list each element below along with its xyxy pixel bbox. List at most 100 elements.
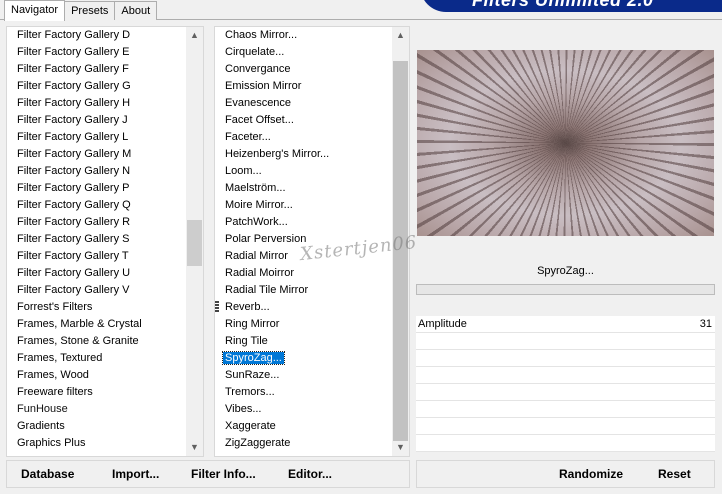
filter-item-label: Heizenberg's Mirror... — [225, 148, 330, 160]
filter-item[interactable]: Radial Tile Mirror — [215, 282, 392, 299]
category-item[interactable]: Filter Factory Gallery M — [7, 146, 186, 163]
filter-item-label: Emission Mirror — [225, 80, 302, 92]
filter-item[interactable]: ZigZaggerate — [215, 435, 392, 452]
scroll-up-icon[interactable]: ▲ — [392, 27, 409, 44]
filter-item-label: Radial Mirror — [225, 250, 288, 262]
filter-item[interactable]: Faceter... — [215, 129, 392, 146]
parameter-row[interactable] — [416, 333, 715, 350]
category-item[interactable]: Filter Factory Gallery T — [7, 248, 186, 265]
scroll-up-icon[interactable]: ▲ — [186, 27, 203, 44]
category-item[interactable]: Freeware filters — [7, 384, 186, 401]
filter-info-button[interactable]: Filter Info... — [191, 467, 256, 481]
parameter-row[interactable] — [416, 401, 715, 418]
category-item[interactable]: Filter Factory Gallery H — [7, 95, 186, 112]
category-item-label: Filter Factory Gallery G — [17, 80, 131, 92]
filter-item[interactable]: Convergance — [215, 61, 392, 78]
category-item[interactable]: Filter Factory Gallery E — [7, 44, 186, 61]
category-item-label: Filter Factory Gallery S — [17, 233, 130, 245]
filter-item[interactable]: Moire Mirror... — [215, 197, 392, 214]
filter-item-label: Evanescence — [225, 97, 292, 109]
randomize-button[interactable]: Randomize — [559, 467, 623, 481]
filter-item[interactable]: Ring Mirror — [215, 316, 392, 333]
reset-button[interactable]: Reset — [658, 467, 691, 481]
list-marker-icon — [215, 301, 219, 313]
category-item[interactable]: Filter Factory Gallery G — [7, 78, 186, 95]
scroll-down-icon[interactable]: ▼ — [392, 439, 409, 456]
import-button[interactable]: Import... — [112, 467, 159, 481]
filter-item[interactable]: Chaos Mirror... — [215, 27, 392, 44]
category-list[interactable]: Filter Factory Gallery D Filter Factory G… — [6, 26, 204, 457]
tab-presets[interactable]: Presets — [64, 1, 116, 20]
database-button[interactable]: Database — [21, 467, 74, 481]
filter-item[interactable]: Xaggerate — [215, 418, 392, 435]
parameter-row[interactable] — [416, 435, 715, 452]
filter-item[interactable]: PatchWork... — [215, 214, 392, 231]
filter-item[interactable]: Cirquelate... — [215, 44, 392, 61]
category-item-label: Filter Factory Gallery L — [17, 131, 129, 143]
filter-item-label: Cirquelate... — [225, 46, 285, 58]
category-item[interactable]: Graphics Plus — [7, 435, 186, 452]
category-item[interactable]: Frames, Stone & Granite — [7, 333, 186, 350]
category-item-label: Filter Factory Gallery P — [17, 182, 130, 194]
category-item-label: Filter Factory Gallery U — [17, 267, 131, 279]
progress-bar — [416, 284, 715, 295]
category-item[interactable]: Filter Factory Gallery U — [7, 265, 186, 282]
category-item[interactable]: Filter Factory Gallery S — [7, 231, 186, 248]
category-item[interactable]: Frames, Marble & Crystal — [7, 316, 186, 333]
category-item[interactable]: Filter Factory Gallery R — [7, 214, 186, 231]
tab-navigator[interactable]: Navigator — [4, 0, 66, 21]
category-item[interactable]: Filter Factory Gallery N — [7, 163, 186, 180]
filter-item-label: Xaggerate — [225, 420, 276, 432]
filter-item-label: Radial Moirror — [225, 267, 295, 279]
filter-item-label: Faceter... — [225, 131, 271, 143]
parameter-row[interactable] — [416, 384, 715, 401]
category-scrollbar[interactable]: ▲ ▼ — [186, 27, 203, 456]
category-item-label: Frames, Textured — [17, 352, 103, 364]
filter-item[interactable]: Ring Tile — [215, 333, 392, 350]
tab-strip: Navigator Presets About — [4, 0, 158, 21]
category-item-label: Filter Factory Gallery H — [17, 97, 131, 109]
parameter-row[interactable] — [416, 350, 715, 367]
category-scroll-thumb[interactable] — [187, 220, 202, 266]
scroll-down-icon[interactable]: ▼ — [186, 439, 203, 456]
category-item-label: Gradients — [17, 420, 65, 432]
filter-item-label: Vibes... — [225, 403, 262, 415]
category-item[interactable]: Filter Factory Gallery V — [7, 282, 186, 299]
filter-item[interactable]: Emission Mirror — [215, 78, 392, 95]
category-item[interactable]: Filter Factory Gallery P — [7, 180, 186, 197]
filter-item[interactable]: Maelström... — [215, 180, 392, 197]
category-item[interactable]: Frames, Wood — [7, 367, 186, 384]
filter-item-label: Moire Mirror... — [225, 199, 293, 211]
category-item[interactable]: Filter Factory Gallery J — [7, 112, 186, 129]
filter-item[interactable]: SunRaze... — [215, 367, 392, 384]
category-item[interactable]: Filter Factory Gallery F — [7, 61, 186, 78]
category-item[interactable]: Gradients — [7, 418, 186, 435]
left-button-bar: Database Import... Filter Info... Editor… — [6, 460, 410, 488]
parameter-row[interactable] — [416, 418, 715, 435]
filter-item[interactable]: Evanescence — [215, 95, 392, 112]
tab-about[interactable]: About — [114, 1, 158, 20]
filter-item[interactable]: Radial Moirror — [215, 265, 392, 282]
filter-item[interactable]: Facet Offset... — [215, 112, 392, 129]
filter-item[interactable]: Loom... — [215, 163, 392, 180]
category-item-label: Filter Factory Gallery N — [17, 165, 131, 177]
filter-item[interactable]: SpyroZag... — [215, 350, 392, 367]
filter-item[interactable]: Tremors... — [215, 384, 392, 401]
category-item-label: Filter Factory Gallery D — [17, 29, 131, 41]
parameter-row[interactable]: Amplitude 31 — [416, 316, 715, 333]
filter-item[interactable]: Vibes... — [215, 401, 392, 418]
filter-item[interactable]: Heizenberg's Mirror... — [215, 146, 392, 163]
parameter-row[interactable] — [416, 367, 715, 384]
preview-image — [417, 50, 714, 236]
editor-button[interactable]: Editor... — [288, 467, 332, 481]
category-item[interactable]: Frames, Textured — [7, 350, 186, 367]
filter-item-label: Loom... — [225, 165, 262, 177]
category-item[interactable]: FunHouse — [7, 401, 186, 418]
category-item-label: Filter Factory Gallery F — [17, 63, 129, 75]
filter-item[interactable]: Reverb... — [215, 299, 392, 316]
category-item[interactable]: Filter Factory Gallery L — [7, 129, 186, 146]
category-item[interactable]: Filter Factory Gallery D — [7, 27, 186, 44]
category-item[interactable]: Forrest's Filters — [7, 299, 186, 316]
category-items: Filter Factory Gallery D Filter Factory G… — [7, 27, 186, 456]
category-item[interactable]: Filter Factory Gallery Q — [7, 197, 186, 214]
